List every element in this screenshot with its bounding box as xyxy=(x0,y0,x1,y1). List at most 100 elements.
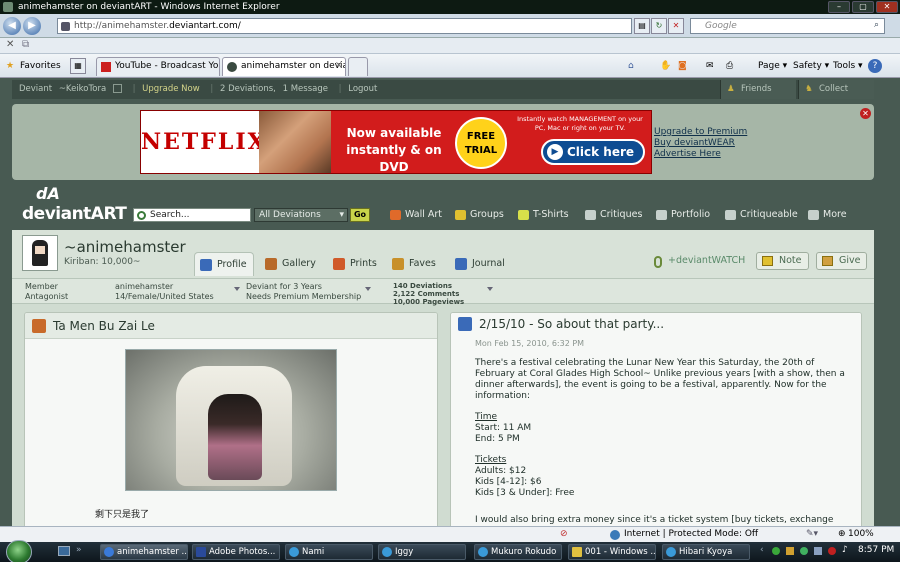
stop-icon[interactable]: ✕ xyxy=(668,18,684,34)
category-select[interactable]: All Deviations ▾ xyxy=(254,208,348,222)
journal-title[interactable]: 2/15/10 - So about that party... xyxy=(479,317,664,331)
collect-button[interactable]: ♞ Collect xyxy=(798,80,874,99)
url-domain: deviantart.com/ xyxy=(169,21,241,31)
deviation-title[interactable]: Ta Men Bu Zai Le xyxy=(53,319,155,333)
task-mukuro[interactable]: Mukuro Rokudo xyxy=(474,544,562,560)
task-explorer[interactable]: 001 - Windows ... xyxy=(568,544,656,560)
help-icon[interactable]: ? xyxy=(868,59,882,73)
gallery-icon xyxy=(32,319,46,333)
friends-button[interactable]: ♟ Friends xyxy=(720,80,796,99)
back-button[interactable]: ◀ xyxy=(3,17,21,35)
tab-profile[interactable]: Profile xyxy=(194,252,254,276)
nav-wall-art[interactable]: Wall Art xyxy=(390,208,442,222)
forward-button[interactable]: ▶ xyxy=(23,17,41,35)
new-tab-button[interactable] xyxy=(348,57,368,76)
tab-close-icon[interactable]: ✕ xyxy=(335,58,343,75)
chevron-down-icon[interactable] xyxy=(234,287,240,291)
search-input[interactable]: Google ⌕ xyxy=(690,18,885,34)
messenger-tray-icon[interactable] xyxy=(772,547,780,555)
safety-menu[interactable]: Safety ▾ xyxy=(793,59,829,73)
nav-groups[interactable]: Groups xyxy=(455,208,504,222)
task-photoshop[interactable]: Adobe Photos... xyxy=(192,544,280,560)
upgrade-link[interactable]: Upgrade Now xyxy=(142,84,200,94)
deviantart-logo[interactable]: dA deviantART xyxy=(22,184,127,224)
address-bar-row: ◀ ▶ http://animehamster.deviantart.com/ … xyxy=(0,14,900,38)
minimize-button[interactable]: – xyxy=(828,1,850,13)
nav-t-shirts[interactable]: T-Shirts xyxy=(518,208,569,222)
nav-critiques[interactable]: Critiques xyxy=(585,208,642,222)
tab-prints[interactable]: Prints xyxy=(328,252,377,276)
star-icon: ★ xyxy=(6,61,15,71)
groups-icon xyxy=(455,210,466,220)
chevron-down-icon[interactable] xyxy=(487,287,493,291)
network-icon[interactable] xyxy=(814,547,822,555)
messages-link[interactable]: 1 Message xyxy=(283,84,328,94)
task-iggy[interactable]: Iggy xyxy=(378,544,466,560)
buy-deviantwear-link[interactable]: Buy deviantWEAR xyxy=(654,138,735,148)
user-menu-icon[interactable] xyxy=(112,84,122,93)
site-search-input[interactable]: Search... xyxy=(133,208,251,222)
note-button[interactable]: Note xyxy=(756,252,809,270)
home-icon[interactable]: ⌂ xyxy=(628,59,634,73)
maximize-button[interactable]: ▢ xyxy=(852,1,874,13)
give-button[interactable]: Give xyxy=(816,252,868,270)
refresh-icon[interactable]: ↻ xyxy=(651,18,667,34)
tools-menu[interactable]: Tools ▾ xyxy=(833,59,863,73)
stat-counts[interactable]: 140 Deviations 2,122 Comments 10,000 Pagev… xyxy=(393,282,464,306)
url-field[interactable]: http://animehamster.deviantart.com/ xyxy=(57,18,632,34)
start-button[interactable] xyxy=(6,540,32,562)
deviantwatch-link[interactable]: +deviantWATCH xyxy=(654,255,745,268)
task-hibari[interactable]: Hibari Kyoya xyxy=(662,544,750,560)
protected-mode-icon[interactable]: ✎▾ xyxy=(806,527,818,542)
avatar[interactable] xyxy=(22,235,58,271)
tray-expand-icon[interactable]: ‹ xyxy=(760,545,764,555)
blocked-icon[interactable]: ⊘ xyxy=(560,527,568,542)
deviations-link[interactable]: 2 Deviations, xyxy=(220,84,276,94)
quick-tabs-icon[interactable]: ▦ xyxy=(70,58,86,74)
clock[interactable]: 8:57 PM xyxy=(858,545,894,555)
featured-image[interactable] xyxy=(125,349,337,491)
zoom-control[interactable]: ⊕ 100% xyxy=(838,527,874,542)
nav-critiqueable[interactable]: Critiqueable xyxy=(725,208,798,222)
quicklaunch-chevron-icon[interactable]: » xyxy=(76,545,82,555)
critiqueable-icon xyxy=(725,210,736,220)
show-desktop-icon[interactable] xyxy=(58,546,70,556)
tab-faves[interactable]: Faves xyxy=(387,252,436,276)
hand-icon[interactable]: ✋ xyxy=(660,59,671,73)
netflix-banner-ad[interactable]: NETFLIX Now available instantly & on DVD… xyxy=(140,110,652,174)
nav-portfolio[interactable]: Portfolio xyxy=(656,208,710,222)
ad-close-icon[interactable]: ✕ xyxy=(860,108,871,119)
advertise-here-link[interactable]: Advertise Here xyxy=(654,149,721,159)
close-button[interactable]: ✕ xyxy=(876,1,898,13)
tray-icon[interactable] xyxy=(828,547,836,555)
logout-link[interactable]: Logout xyxy=(348,84,377,94)
close-toolbar-icon[interactable]: ✕ xyxy=(6,39,14,50)
go-button[interactable]: Go xyxy=(350,208,370,222)
favorites-button[interactable]: ★ Favorites xyxy=(6,59,61,73)
search-icon[interactable]: ⌕ xyxy=(874,18,879,32)
tab-journal[interactable]: Journal xyxy=(450,252,505,276)
page-menu[interactable]: Page ▾ xyxy=(758,59,787,73)
tab-gallery[interactable]: Gallery xyxy=(260,252,316,276)
tab-animehamster[interactable]: animehamster on devia... ✕ xyxy=(222,57,346,76)
rss-icon[interactable]: ◙ xyxy=(678,59,687,73)
user-details[interactable]: animehamster 14/Female/United States xyxy=(115,282,214,302)
security-zone[interactable]: Internet | Protected Mode: Off xyxy=(610,527,758,542)
tray-icon[interactable] xyxy=(800,547,808,555)
user-link[interactable]: ~KeikoTora xyxy=(59,84,106,94)
nav-more[interactable]: More xyxy=(808,208,847,222)
tab-youtube[interactable]: YouTube - Broadcast Your... xyxy=(96,57,220,76)
friends-icon: ♟ xyxy=(727,84,735,94)
chevron-down-icon[interactable] xyxy=(365,287,371,291)
mail-icon[interactable]: ✉ xyxy=(706,59,714,73)
print-icon[interactable]: ⎙ xyxy=(726,59,733,73)
tray-icon[interactable] xyxy=(786,547,794,555)
upgrade-premium-link[interactable]: Upgrade to Premium xyxy=(654,127,747,137)
task-nami[interactable]: Nami xyxy=(285,544,373,560)
volume-icon[interactable]: ♪ xyxy=(842,545,848,555)
task-ie[interactable]: animehamster ... xyxy=(100,544,188,560)
toolbar-options-icon[interactable]: ⧉ xyxy=(22,39,29,50)
deviant-since[interactable]: Deviant for 3 Years Needs Premium Members… xyxy=(246,282,361,302)
compat-view-icon[interactable]: ▤ xyxy=(634,18,650,34)
ad-click-here-button[interactable]: ▶ Click here xyxy=(541,139,645,165)
